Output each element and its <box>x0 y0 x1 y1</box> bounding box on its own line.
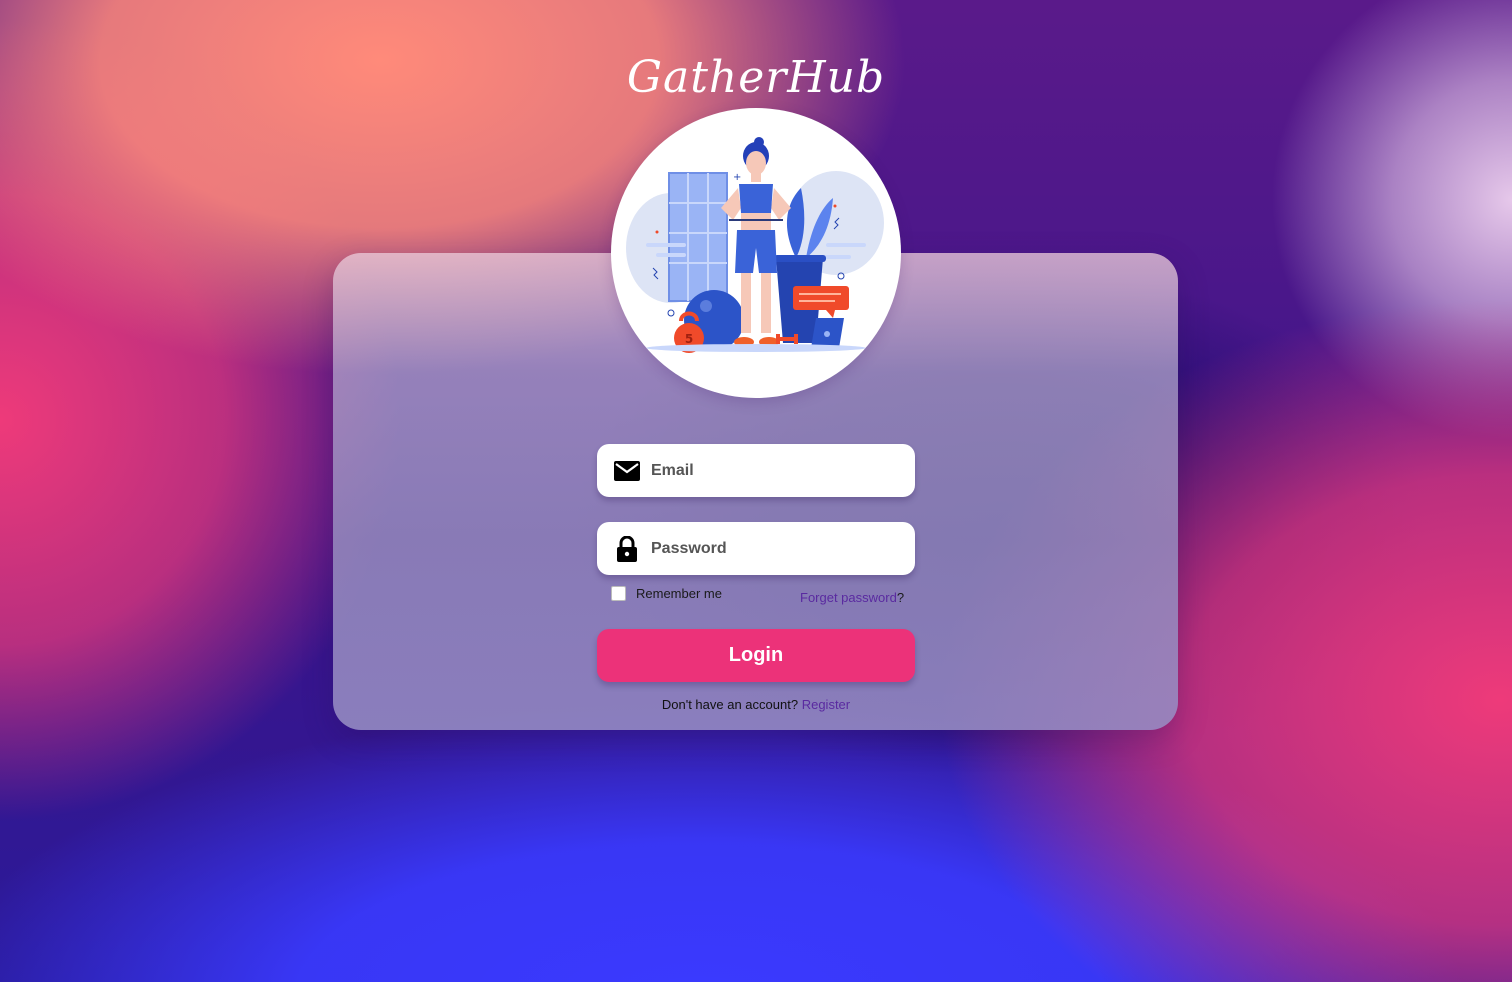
envelope-icon <box>613 457 641 485</box>
email-field[interactable]: Email <box>597 444 915 497</box>
fitness-illustration: 5 + <box>611 108 901 398</box>
remember-checkbox[interactable] <box>611 586 626 601</box>
password-field[interactable]: Password <box>597 522 915 575</box>
remember-label: Remember me <box>636 586 722 601</box>
forgot-password: Forget password? <box>800 590 904 605</box>
register-prompt: Don't have an account? Register <box>0 697 1512 712</box>
svg-text:5: 5 <box>685 332 693 346</box>
forgot-suffix: ? <box>896 590 905 605</box>
password-placeholder: Password <box>651 539 727 557</box>
forgot-password-link[interactable]: Forget password <box>800 590 897 605</box>
login-button[interactable]: Login <box>597 629 915 682</box>
lock-icon <box>613 535 641 563</box>
app-logo: GatherHub <box>626 52 886 103</box>
svg-text:+: + <box>733 172 741 183</box>
remember-me: Remember me <box>611 586 722 601</box>
illustration-svg: 5 + <box>626 137 884 353</box>
no-account-text: Don't have an account? <box>661 697 799 712</box>
register-link[interactable]: Register <box>802 697 850 712</box>
email-placeholder: Email <box>651 461 694 479</box>
